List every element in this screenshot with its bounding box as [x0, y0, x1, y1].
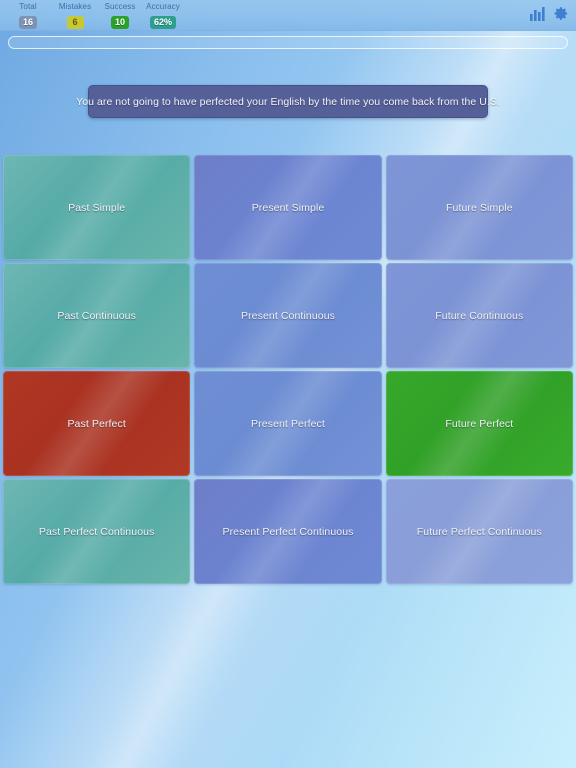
tense-tile-label: Present Continuous — [240, 309, 335, 322]
tense-tile-present-simple[interactable]: Present Simple — [194, 155, 382, 260]
tense-grid: Past Simple Present Simple Future Simple Pa… — [3, 155, 573, 584]
stat-total-value: 16 — [18, 16, 37, 29]
tense-tile-present-continuous[interactable]: Present Continuous — [194, 263, 382, 368]
tense-tile-past-simple[interactable]: Past Simple — [3, 155, 191, 260]
tense-tile-future-perfect[interactable]: Future Perfect — [385, 371, 573, 476]
tense-tile-label: Present Perfect — [251, 417, 325, 430]
tense-tile-label: Past Simple — [68, 201, 126, 214]
tense-tile-label: Future Simple — [445, 201, 513, 214]
tense-tile-future-simple[interactable]: Future Simple — [385, 155, 573, 260]
tense-tile-future-continuous[interactable]: Future Continuous — [385, 263, 573, 368]
stat-accuracy-value: 62% — [149, 16, 176, 29]
tense-tile-label: Past Perfect Continuous — [38, 525, 155, 538]
stat-accuracy: Accuracy 62% — [135, 2, 191, 30]
tense-tile-past-perfect[interactable]: Past Perfect — [3, 371, 191, 476]
tense-tile-future-perfect-continuous[interactable]: Future Perfect Continuous — [385, 479, 573, 584]
tense-tile-label: Future Perfect — [445, 417, 514, 430]
progress-bar — [8, 36, 568, 49]
tense-tile-past-perfect-continuous[interactable]: Past Perfect Continuous — [3, 479, 191, 584]
stat-mistakes-value: 6 — [66, 16, 84, 29]
settings-icon[interactable] — [554, 6, 569, 21]
stat-accuracy-label: Accuracy — [146, 2, 180, 11]
tense-tile-label: Future Continuous — [435, 309, 524, 322]
stat-success-value: 10 — [110, 16, 129, 29]
header-icon-group — [530, 6, 569, 21]
statistics-icon[interactable] — [530, 6, 545, 21]
stats-header: Total 16 Mistakes 6 Success 10 Accuracy … — [0, 0, 576, 31]
tense-tile-label: Present Perfect Continuous — [222, 525, 354, 538]
tense-tile-label: Past Perfect — [67, 417, 126, 430]
question-sentence-text: You are not going to have perfected your… — [76, 95, 500, 108]
tense-tile-label: Present Simple — [251, 201, 325, 214]
tense-tile-present-perfect[interactable]: Present Perfect — [194, 371, 382, 476]
tense-tile-present-perfect-continuous[interactable]: Present Perfect Continuous — [194, 479, 382, 584]
tense-tile-label: Future Perfect Continuous — [416, 525, 542, 538]
tense-tile-past-continuous[interactable]: Past Continuous — [3, 263, 191, 368]
tense-tile-label: Past Continuous — [57, 309, 136, 322]
question-sentence-card: You are not going to have perfected your… — [76, 85, 500, 118]
